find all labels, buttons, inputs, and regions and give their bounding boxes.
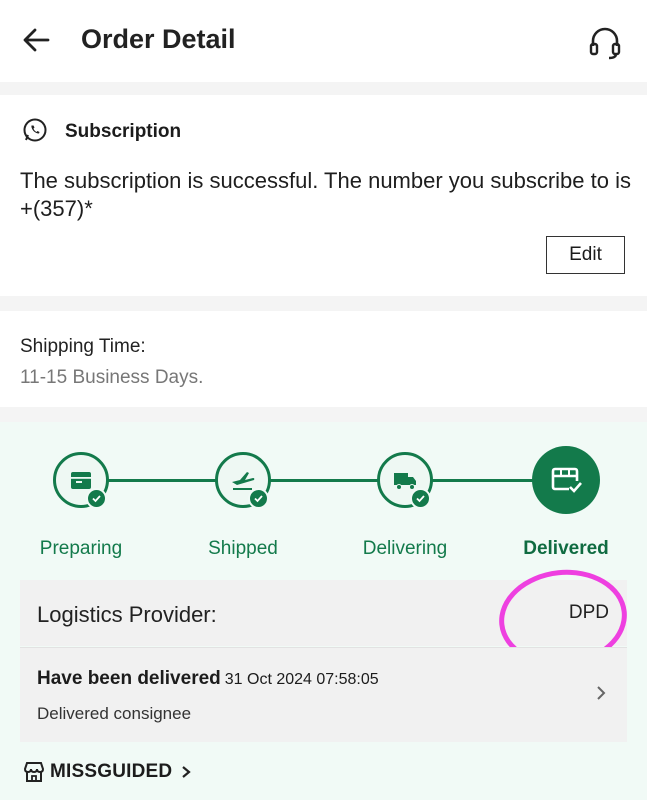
step-delivered-circle: [532, 446, 600, 514]
store-name: MISSGUIDED: [50, 761, 173, 782]
step-delivered-label: Delivered: [523, 538, 609, 559]
shipping-time-label: Shipping Time:: [20, 336, 146, 357]
logistics-provider-row: Logistics Provider: DPD: [20, 580, 627, 646]
chevron-right-icon: [182, 766, 192, 778]
tracking-description: Delivered consignee: [37, 704, 192, 723]
shipping-time-value: 11-15 Business Days.: [20, 367, 204, 388]
subscription-card: Subscription The subscription is success…: [0, 95, 647, 296]
headset-icon: [589, 27, 621, 60]
edit-button[interactable]: Edit: [546, 236, 625, 274]
tracking-card: Preparing Shipped Delivering Delivered L…: [0, 422, 647, 800]
latest-tracking-event[interactable]: Have been delivered 31 Oct 2024 07:58:05 …: [20, 647, 627, 742]
store-link[interactable]: MISSGUIDED: [22, 758, 194, 786]
arrow-left-icon: [23, 28, 50, 52]
page-title: Order Detail: [81, 24, 236, 54]
subscription-message: The subscription is successful. The numb…: [20, 168, 631, 221]
progress-line: [88, 479, 566, 482]
logistics-provider-value: DPD: [568, 602, 609, 623]
logistics-provider-label: Logistics Provider:: [37, 602, 217, 627]
store-icon: [23, 762, 45, 782]
step-preparing-label: Preparing: [39, 538, 123, 559]
tracking-status: Have been delivered 31 Oct 2024 07:58:05: [37, 668, 379, 689]
step-shipped-label: Shipped: [208, 538, 278, 559]
subscription-title: Subscription: [65, 121, 182, 142]
shipping-time-card: Shipping Time: 11-15 Business Days.: [0, 311, 647, 407]
top-bar: Order Detail: [0, 0, 647, 82]
check-icon: [410, 488, 431, 509]
back-button[interactable]: [20, 24, 60, 60]
check-icon: [86, 488, 107, 509]
package-check-icon: [551, 467, 582, 493]
step-delivering-label: Delivering: [362, 538, 448, 559]
check-icon: [248, 488, 269, 509]
tracking-timestamp: 31 Oct 2024 07:58:05: [224, 671, 379, 688]
whatsapp-icon: [23, 118, 47, 142]
chevron-right-icon: [597, 686, 606, 700]
customer-service-button[interactable]: [585, 22, 625, 62]
